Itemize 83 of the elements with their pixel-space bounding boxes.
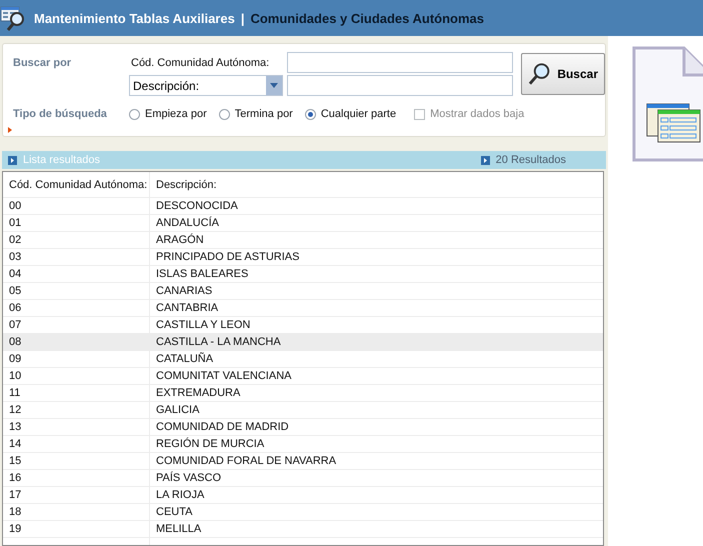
table-cell-text: GALICIA bbox=[155, 403, 200, 418]
table-cell: 19 bbox=[3, 521, 150, 537]
page-title: Comunidades y Ciudades Autónomas bbox=[250, 10, 484, 26]
table-row[interactable]: 17 LA RIOJA bbox=[3, 487, 603, 504]
table-row[interactable]: 05 CANARIAS bbox=[3, 283, 603, 300]
table-cell-text: COMUNIDAD DE MADRID bbox=[155, 420, 290, 435]
table-cell: 04 bbox=[3, 266, 150, 282]
table-cell: 13 bbox=[3, 419, 150, 435]
table-row[interactable]: 07 CASTILLA Y LEON bbox=[3, 317, 603, 334]
table-row[interactable]: 12 GALICIA bbox=[3, 402, 603, 419]
search-type-label: Tipo de búsqueda bbox=[13, 108, 108, 120]
table-cell-text: ANDALUCÍA bbox=[155, 216, 220, 231]
table-cell: 05 bbox=[3, 283, 150, 299]
table-cell-text: PRINCIPADO DE ASTURIAS bbox=[155, 250, 300, 265]
field-label: Cód. Comunidad Autónoma: bbox=[130, 56, 270, 68]
table-cell: 12 bbox=[3, 402, 150, 418]
table-cell-text: DESCONOCIDA bbox=[155, 199, 239, 214]
table-cell: 17 bbox=[3, 487, 150, 503]
marker-icon bbox=[8, 127, 12, 133]
expand-icon[interactable] bbox=[480, 156, 490, 164]
table-cell-text: ISLAS BALEARES bbox=[155, 267, 250, 282]
table-cell: 14 bbox=[3, 436, 150, 452]
table-cell-text: CASTILLA - LA MANCHA bbox=[155, 335, 282, 350]
field-select[interactable]: Descripción: bbox=[129, 75, 283, 96]
search-button[interactable]: Buscar bbox=[521, 53, 605, 95]
table-cell: 01 bbox=[3, 215, 150, 231]
table-cell-text: CASTILLA Y LEON bbox=[155, 318, 252, 333]
table-cell: 03 bbox=[3, 249, 150, 265]
table-cell-text: COMUNIDAD FORAL DE NAVARRA bbox=[155, 454, 338, 469]
table-cell-text: CANTABRIA bbox=[155, 301, 220, 316]
code-input-field[interactable] bbox=[287, 52, 513, 73]
search-type-radio[interactable]: Cualquier parte bbox=[304, 108, 396, 120]
table-cell: 00 bbox=[3, 198, 150, 214]
search-by-label: Buscar por bbox=[13, 56, 72, 68]
column-header[interactable]: Descripción: bbox=[150, 172, 603, 197]
table-cell: 11 bbox=[3, 385, 150, 401]
table-row[interactable]: 03 PRINCIPADO DE ASTURIAS bbox=[3, 249, 603, 266]
table-cell: 06 bbox=[3, 300, 150, 316]
table-cell-text: CATALUÑA bbox=[155, 351, 214, 367]
table-cell: 08 bbox=[3, 334, 150, 350]
search-icon bbox=[528, 62, 552, 86]
table-cell: 10 bbox=[3, 368, 150, 384]
table-row[interactable]: 11 EXTREMADURA bbox=[3, 385, 603, 402]
results-list-label: Lista resultados bbox=[8, 154, 100, 166]
search-type-radio[interactable]: Termina por bbox=[218, 108, 293, 120]
section-title: Mantenimiento Tablas Auxiliares bbox=[34, 10, 235, 26]
description-input-field[interactable] bbox=[287, 75, 513, 96]
table-cell: 02 bbox=[3, 232, 150, 248]
table-row[interactable]: 13 COMUNIDAD DE MADRID bbox=[3, 419, 603, 436]
table-cell: 15 bbox=[3, 453, 150, 469]
table-cell-text: LA RIOJA bbox=[155, 488, 206, 503]
table-row[interactable]: 19 MELILLA bbox=[3, 521, 603, 538]
table-row[interactable]: 04 ISLAS BALEARES bbox=[3, 266, 603, 283]
table-cell: 09 bbox=[3, 351, 150, 367]
document-table-icon bbox=[632, 46, 703, 162]
table-cell: 16 bbox=[3, 470, 150, 486]
table-row[interactable]: 15 COMUNIDAD FORAL DE NAVARRA bbox=[3, 453, 603, 470]
column-header[interactable]: Cód. Comunidad Autónoma: bbox=[3, 172, 150, 197]
expand-icon[interactable] bbox=[8, 156, 17, 164]
table-row[interactable]: 06 CANTABRIA bbox=[3, 300, 603, 317]
table-row[interactable]: 02 ARAGÓN bbox=[3, 232, 603, 249]
table-row[interactable]: 18 CEUTA bbox=[3, 504, 603, 521]
table-cell-text: ARAGÓN bbox=[155, 232, 205, 248]
table-cell-text: COMUNITAT VALENCIANA bbox=[155, 369, 292, 384]
table-cell-text: MELILLA bbox=[155, 522, 202, 537]
table-row[interactable]: 00 DESCONOCIDA bbox=[3, 198, 603, 215]
table-cell: 18 bbox=[3, 504, 150, 520]
search-type-radio[interactable]: Empieza por bbox=[129, 108, 207, 120]
table-cell-text: PAÍS VASCO bbox=[155, 470, 222, 486]
table-cell: 07 bbox=[3, 317, 150, 333]
table-cell-text: REGIÓN DE MURCIA bbox=[155, 436, 266, 452]
table-row[interactable]: 10 COMUNITAT VALENCIANA bbox=[3, 368, 603, 385]
table-row[interactable]: 14 REGIÓN DE MURCIA bbox=[3, 436, 603, 453]
title-separator: | bbox=[240, 10, 244, 26]
table-cell-text: EXTREMADURA bbox=[155, 386, 242, 401]
table-row[interactable]: 16 PAÍS VASCO bbox=[3, 470, 603, 487]
table-row[interactable]: 08 CASTILLA - LA MANCHA bbox=[3, 334, 603, 351]
table-row[interactable]: 09 CATALUÑA bbox=[3, 351, 603, 368]
table-cell-text: CANARIAS bbox=[155, 284, 214, 299]
table-cell-text: CEUTA bbox=[155, 505, 194, 520]
caret-icon bbox=[266, 76, 282, 95]
results-count: 20 Resultados bbox=[480, 154, 566, 166]
table-row[interactable]: 01 ANDALUCÍA bbox=[3, 215, 603, 232]
